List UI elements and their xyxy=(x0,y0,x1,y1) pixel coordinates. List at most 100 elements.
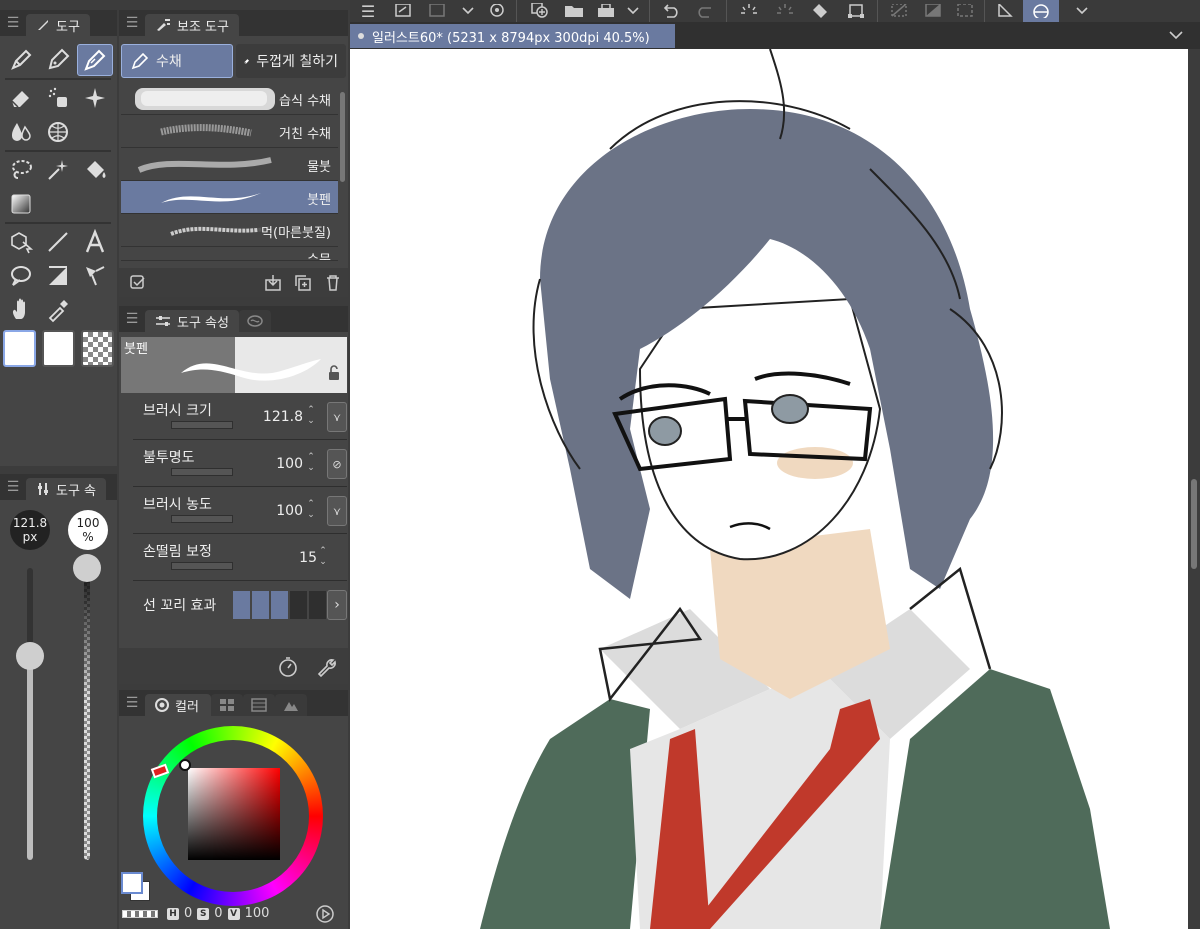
property-slider[interactable] xyxy=(171,515,233,523)
tab-tool[interactable]: 도구 xyxy=(26,14,90,36)
sv-picker-handle[interactable] xyxy=(179,759,191,771)
eyedropper-icon[interactable] xyxy=(40,294,76,326)
fill-bucket-icon[interactable] xyxy=(77,154,113,186)
document-tab[interactable]: 일러스트60* (5231 x 8794px 300dpi 40.5%) xyxy=(350,24,675,48)
property-spinner[interactable]: ⌃ ⌄ xyxy=(317,546,329,570)
open-icon[interactable] xyxy=(420,0,454,22)
hand-tool-icon[interactable] xyxy=(3,294,39,326)
correct-line-icon[interactable] xyxy=(77,260,113,292)
transparent-chip[interactable] xyxy=(122,910,158,918)
selection-border-icon[interactable] xyxy=(950,0,980,22)
wrench-icon[interactable] xyxy=(315,656,337,678)
panel-menu-icon[interactable]: ☰ xyxy=(0,474,26,500)
spinner-icon[interactable] xyxy=(731,0,767,22)
brush-item-wet-watercolor[interactable]: 습식 수채 xyxy=(121,82,338,115)
pen-tool-icon[interactable] xyxy=(3,44,39,76)
tab-color-history[interactable] xyxy=(243,694,275,716)
ruler-snap-icon[interactable] xyxy=(989,0,1023,22)
panel-menu-icon[interactable]: ☰ xyxy=(119,690,145,716)
eraser-tool-icon[interactable] xyxy=(3,82,39,114)
deselect-icon[interactable] xyxy=(882,0,916,22)
sub-color-swatch[interactable] xyxy=(42,330,75,367)
brush-item-rough-watercolor[interactable]: 거친 수채 xyxy=(121,115,338,148)
chevron-down-icon[interactable] xyxy=(621,0,645,22)
frame-border-icon[interactable] xyxy=(40,260,76,292)
property-stabilization[interactable]: 손떨림 보정 15 ⌃ ⌄ xyxy=(133,534,347,581)
canvas-scrollbar[interactable] xyxy=(1188,49,1200,929)
main-menu-icon[interactable]: ☰ xyxy=(350,0,386,22)
tab-sub-tool[interactable]: 보조 도구 xyxy=(145,14,239,36)
main-color-chip[interactable] xyxy=(121,872,143,894)
sub-tool-menu-icon[interactable] xyxy=(123,268,153,297)
panel-menu-icon[interactable]: ☰ xyxy=(119,306,145,332)
property-slider[interactable] xyxy=(171,421,233,429)
property-spinner[interactable]: ⌃ ⌄ xyxy=(305,499,317,523)
taper-expand-button[interactable]: › xyxy=(327,590,347,620)
tab-brush-shape[interactable] xyxy=(238,310,271,332)
transparent-color-swatch[interactable] xyxy=(81,330,114,367)
panel-menu-icon[interactable]: ☰ xyxy=(119,10,145,36)
brush-item-brush-pen[interactable]: 붓펜 xyxy=(121,181,338,214)
main-color-swatch[interactable] xyxy=(3,330,36,367)
tab-tool-property-mini[interactable]: 도구 속 xyxy=(26,478,107,500)
clear-fill-icon[interactable] xyxy=(803,0,839,22)
chevron-down-icon[interactable] xyxy=(454,0,482,22)
rotate-view-icon[interactable] xyxy=(1023,0,1059,22)
property-spinner[interactable]: ⌃ ⌄ xyxy=(305,452,317,476)
balloon-tool-icon[interactable] xyxy=(3,260,39,292)
undo-icon[interactable] xyxy=(654,0,688,22)
duplicate-sub-tool-icon[interactable] xyxy=(288,268,318,297)
group-thick-paint[interactable]: 두껍게 칠하기 xyxy=(236,44,346,78)
decoration-tool-icon[interactable] xyxy=(77,82,113,114)
tab-tool-property[interactable]: 도구 속성 xyxy=(145,310,239,332)
folder-icon[interactable] xyxy=(557,0,591,22)
liquify-tool-icon[interactable] xyxy=(40,116,76,148)
loading-icon[interactable] xyxy=(767,0,803,22)
magic-wand-icon[interactable] xyxy=(40,154,76,186)
blend-tool-icon[interactable] xyxy=(3,116,39,148)
canvas-scroll-thumb[interactable] xyxy=(1191,479,1197,569)
pencil-tool-icon[interactable] xyxy=(40,44,76,76)
play-circle-icon[interactable] xyxy=(315,904,335,924)
import-sub-tool-icon[interactable] xyxy=(258,268,288,297)
tab-color-wheel[interactable]: 컬러 xyxy=(145,694,211,716)
save-icon[interactable] xyxy=(482,0,512,22)
stopwatch-icon[interactable] xyxy=(277,656,299,678)
brush-item-water-brush[interactable]: 물붓 xyxy=(121,148,338,181)
print-icon[interactable] xyxy=(591,0,621,22)
brush-size-slider[interactable] xyxy=(27,568,33,860)
property-slider[interactable] xyxy=(171,562,233,570)
new-document-icon[interactable] xyxy=(386,0,420,22)
brush-tool-icon[interactable] xyxy=(77,44,113,76)
delete-sub-tool-icon[interactable] xyxy=(318,268,348,297)
property-spinner[interactable]: ⌃ ⌄ xyxy=(305,405,317,429)
line-tool-icon[interactable] xyxy=(40,226,76,258)
chevron-down-icon[interactable] xyxy=(1168,29,1184,41)
property-brush-density[interactable]: 브러시 농도 100 ⌃ ⌄ ⋎ xyxy=(133,487,347,534)
gradient-tool-icon[interactable] xyxy=(3,188,39,220)
brush-item-ink-dry[interactable]: 먹(마른붓질) xyxy=(121,214,338,247)
brush-list-scrollbar[interactable] xyxy=(340,92,345,182)
chevron-down-icon[interactable] xyxy=(1067,0,1097,22)
density-settings-button[interactable]: ⋎ xyxy=(327,496,347,526)
property-taper[interactable]: 선 꼬리 효과 › xyxy=(133,581,347,628)
lock-icon[interactable] xyxy=(327,365,341,381)
add-layer-icon[interactable] xyxy=(521,0,557,22)
transform-icon[interactable] xyxy=(839,0,873,22)
pressure-settings-button[interactable]: ⋎ xyxy=(327,402,347,432)
airbrush-tool-icon[interactable] xyxy=(40,82,76,114)
redo-icon[interactable] xyxy=(688,0,722,22)
panel-menu-icon[interactable]: ☰ xyxy=(0,10,26,36)
tab-color-set[interactable] xyxy=(211,694,243,716)
opacity-badge[interactable]: 100 % xyxy=(68,510,108,550)
tab-intermediate-color[interactable] xyxy=(275,694,307,716)
opacity-knob[interactable] xyxy=(73,554,101,582)
operation-tool-icon[interactable] xyxy=(3,226,39,258)
brush-item-ink-wash[interactable]: 수묵 xyxy=(121,247,338,261)
property-brush-size[interactable]: 브러시 크기 121.8 ⌃ ⌄ ⋎ xyxy=(133,393,347,440)
brush-size-badge[interactable]: 121.8 px xyxy=(10,510,50,550)
property-opacity[interactable]: 불투명도 100 ⌃ ⌄ ⊘ xyxy=(133,440,347,487)
lasso-select-icon[interactable] xyxy=(3,154,39,186)
opacity-settings-button[interactable]: ⊘ xyxy=(327,449,347,479)
group-watercolor[interactable]: 수채 xyxy=(121,44,233,78)
